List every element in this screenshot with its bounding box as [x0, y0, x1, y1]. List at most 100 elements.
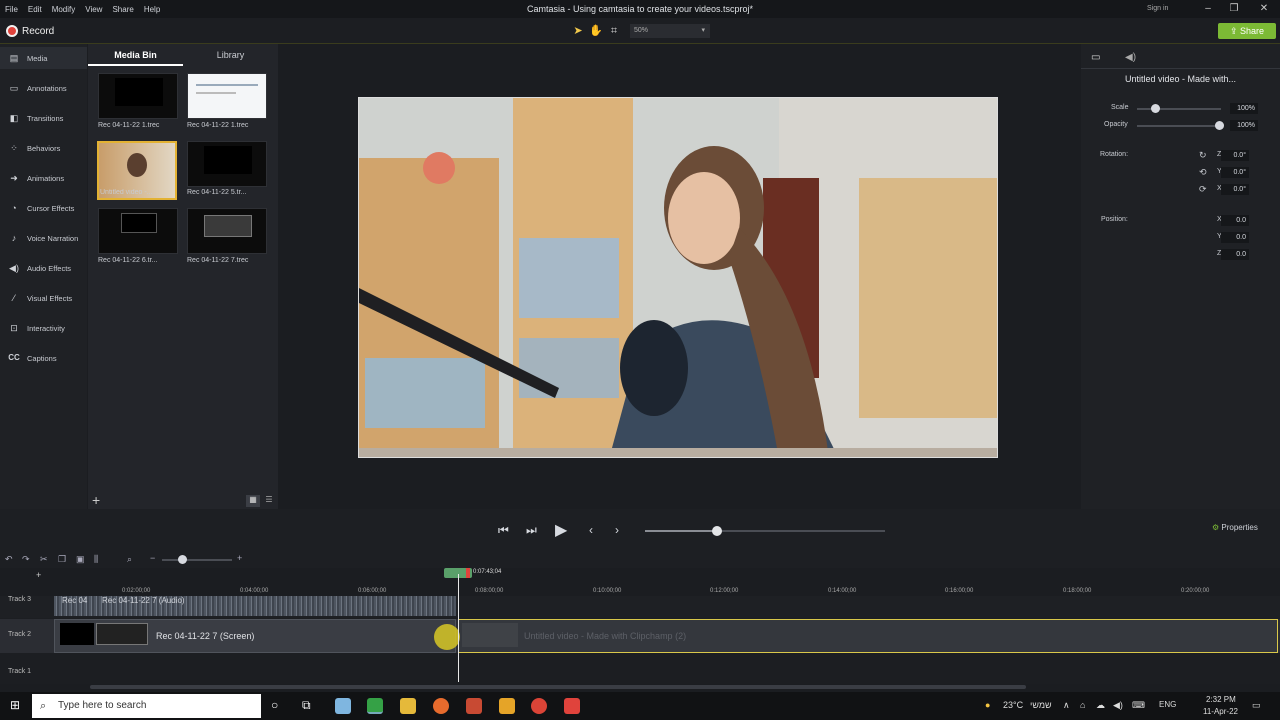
- record-button[interactable]: Record: [22, 26, 54, 37]
- sidebar-item-animations[interactable]: ➜ Animations: [0, 167, 87, 189]
- tab-media-bin[interactable]: Media Bin: [88, 44, 183, 66]
- properties-button[interactable]: ⚙ Properties: [1212, 523, 1258, 532]
- zoom-out-icon[interactable]: −: [150, 553, 155, 563]
- sidebar-item-voice-narration[interactable]: ♪ Voice Narration: [0, 227, 87, 249]
- step-forward-icon[interactable]: ⏭: [526, 523, 537, 538]
- chrome-icon[interactable]: [531, 698, 547, 714]
- minimize-icon[interactable]: –: [1196, 2, 1220, 16]
- timeline-scrollbar[interactable]: [90, 685, 1026, 689]
- scale-slider-knob[interactable]: [1151, 104, 1160, 113]
- play-icon[interactable]: ▶: [555, 520, 567, 540]
- sidebar-item-media[interactable]: ▤ Media: [0, 47, 87, 69]
- task-view-icon[interactable]: ⧉: [302, 698, 311, 713]
- media-thumbnail[interactable]: [187, 208, 267, 254]
- record-icon[interactable]: [6, 25, 18, 37]
- add-media-icon[interactable]: +: [92, 492, 100, 508]
- opacity-slider-knob[interactable]: [1215, 121, 1224, 130]
- media-thumbnail[interactable]: [98, 73, 178, 119]
- menu-share[interactable]: Share: [107, 5, 138, 14]
- rotation-z-value[interactable]: 0.0°: [1221, 150, 1249, 161]
- sidebar-item-interactivity[interactable]: ⊡ Interactivity: [0, 317, 87, 339]
- app-icon[interactable]: [466, 698, 482, 714]
- opacity-value[interactable]: 100%: [1230, 120, 1258, 131]
- camtasia-icon[interactable]: [367, 698, 383, 714]
- media-thumbnail[interactable]: [187, 73, 267, 119]
- sidebar-item-cursor-effects[interactable]: ◔ Cursor Effects: [0, 197, 87, 219]
- pan-hand-icon[interactable]: ✋: [588, 23, 604, 39]
- menu-edit[interactable]: Edit: [23, 5, 47, 14]
- previous-marker-icon[interactable]: ‹: [589, 523, 593, 537]
- scrub-knob[interactable]: [712, 526, 722, 536]
- network-icon[interactable]: ⌂: [1080, 700, 1085, 710]
- position-z-value[interactable]: 0.0: [1221, 249, 1249, 260]
- app-icon[interactable]: [335, 698, 351, 714]
- track-label: Track 3: [8, 596, 32, 603]
- sidebar-item-annotations[interactable]: ▭ Annotations: [0, 77, 87, 99]
- position-y-value[interactable]: 0.0: [1221, 232, 1249, 243]
- step-back-icon[interactable]: ⏮: [498, 523, 509, 538]
- sidebar-item-label: Visual Effects: [27, 293, 73, 303]
- windows-start-icon[interactable]: ⊞: [10, 698, 20, 712]
- track-label: Track 1: [8, 668, 32, 675]
- close-icon[interactable]: ✕: [1252, 2, 1276, 16]
- next-marker-icon[interactable]: ›: [615, 523, 619, 537]
- menu-view[interactable]: View: [80, 5, 107, 14]
- timeline-zoom-slider[interactable]: [162, 559, 232, 561]
- menu-modify[interactable]: Modify: [47, 5, 81, 14]
- grid-view-icon[interactable]: ▦: [246, 495, 260, 507]
- paste-icon[interactable]: ▣: [76, 554, 85, 565]
- firefox-icon[interactable]: [433, 698, 449, 714]
- sidebar-item-captions[interactable]: CC Captions: [0, 347, 87, 369]
- cortana-icon[interactable]: ○: [271, 698, 278, 712]
- undo-icon[interactable]: ↶: [5, 554, 13, 565]
- file-explorer-icon[interactable]: [400, 698, 416, 714]
- timeline-ruler[interactable]: + 0:07:43;04 0:02:00;00 0:04:00;00 0:06:…: [0, 568, 1280, 596]
- volume-icon[interactable]: ◀): [1113, 700, 1123, 711]
- media-thumbnail[interactable]: [98, 208, 178, 254]
- list-view-icon[interactable]: ☰: [262, 495, 276, 507]
- sidebar-item-transitions[interactable]: ◧ Transitions: [0, 107, 87, 129]
- zoom-in-icon[interactable]: +: [237, 553, 242, 563]
- add-track-icon[interactable]: +: [36, 570, 41, 580]
- annotation-icon: ▭: [9, 83, 19, 93]
- menu-file[interactable]: File: [0, 5, 23, 14]
- tab-library[interactable]: Library: [183, 44, 278, 66]
- sign-in-link[interactable]: Sign in: [1147, 5, 1168, 12]
- share-button[interactable]: ⇪ Share: [1218, 23, 1276, 39]
- timeline-zoom-knob[interactable]: [178, 555, 187, 564]
- sidebar-item-visual-effects[interactable]: ⁄ Visual Effects: [0, 287, 87, 309]
- clock-time[interactable]: 2:32 PM: [1206, 695, 1236, 704]
- arrow-tool-icon[interactable]: ➤: [570, 23, 586, 39]
- keyboard-icon[interactable]: ⌨: [1132, 700, 1145, 711]
- language-indicator[interactable]: ENG: [1159, 700, 1176, 709]
- redo-icon[interactable]: ↷: [22, 554, 30, 565]
- taskbar-search-input[interactable]: ⌕ Type here to search: [32, 694, 261, 718]
- scale-value[interactable]: 100%: [1230, 103, 1258, 114]
- app-icon[interactable]: [564, 698, 580, 714]
- opacity-slider[interactable]: [1137, 125, 1221, 127]
- notification-icon[interactable]: ▭: [1252, 700, 1261, 711]
- video-preview[interactable]: [358, 97, 998, 458]
- position-x-value[interactable]: 0.0: [1221, 215, 1249, 226]
- cut-icon[interactable]: ✂: [40, 554, 48, 565]
- split-icon[interactable]: ⫼: [94, 554, 98, 565]
- rotation-y-value[interactable]: 0.0°: [1221, 167, 1249, 178]
- crop-icon[interactable]: ⌗: [606, 23, 622, 39]
- copy-icon[interactable]: ❐: [58, 554, 66, 565]
- cloud-icon[interactable]: ☁: [1096, 700, 1105, 711]
- ruler-tick: 0:14:00;00: [828, 588, 857, 594]
- zoom-dropdown[interactable]: 50% ▾: [630, 24, 710, 38]
- media-thumbnail[interactable]: [187, 141, 267, 187]
- sidebar-item-behaviors[interactable]: ⁘ Behaviors: [0, 137, 87, 159]
- visual-properties-tab-icon[interactable]: ▭: [1091, 52, 1100, 63]
- zoom-search-icon[interactable]: ⌕: [127, 554, 132, 565]
- tray-chevron-icon[interactable]: ∧: [1063, 700, 1070, 711]
- rotation-x-value[interactable]: 0.0°: [1221, 184, 1249, 195]
- sidebar-item-audio-effects[interactable]: ◀) Audio Effects: [0, 257, 87, 279]
- audio-properties-tab-icon[interactable]: ◀): [1125, 52, 1136, 63]
- menu-help[interactable]: Help: [139, 5, 165, 14]
- scale-slider[interactable]: [1137, 108, 1221, 110]
- app-icon[interactable]: [499, 698, 515, 714]
- maximize-icon[interactable]: ❐: [1222, 2, 1246, 16]
- clock-date[interactable]: 11-Apr-22: [1203, 707, 1238, 716]
